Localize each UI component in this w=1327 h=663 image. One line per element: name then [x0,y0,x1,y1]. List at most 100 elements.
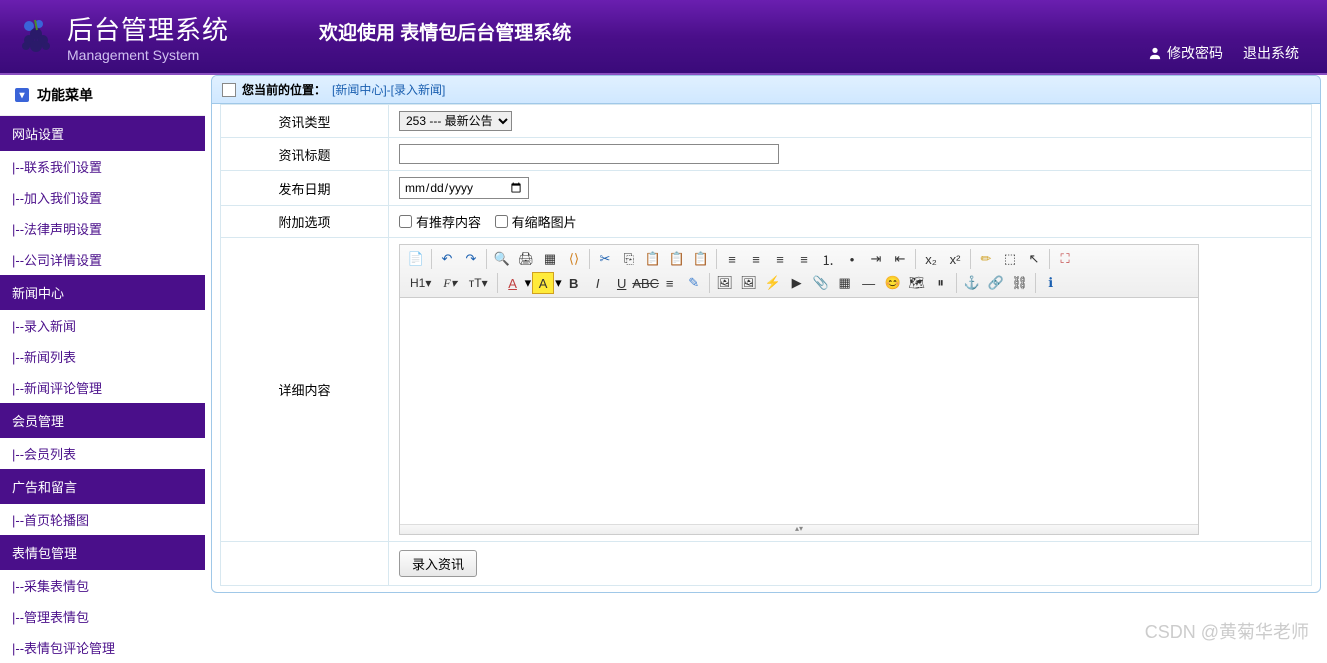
superscript-icon[interactable]: x² [944,248,966,270]
list-ul-icon[interactable]: • [841,248,863,270]
image-icon[interactable]: 🖼 [714,272,736,294]
align-justify-icon[interactable]: ≡ [793,248,815,270]
hr-icon[interactable]: — [858,272,880,294]
heading-select[interactable]: H1▾ [405,272,436,294]
clear-format-icon[interactable]: ✏ [975,248,997,270]
menu-item[interactable]: |--首页轮播图 [0,504,205,535]
options-label: 附加选项 [221,206,389,238]
flash-icon[interactable]: ⚡ [762,272,784,294]
app-title-en: Management System [67,47,229,63]
code-icon[interactable]: ⟨⟩ [563,248,585,270]
select-all-icon[interactable]: ⬚ [999,248,1021,270]
list-ol-icon[interactable]: ⒈ [817,248,839,270]
sidebar: ▾ 功能菜单 网站设置|--联系我们设置|--加入我们设置|--法律声明设置|-… [0,75,205,652]
title-input[interactable] [399,144,779,164]
breadcrumb: 您当前的位置： [新闻中心]-[录入新闻] [212,76,1320,104]
paste-icon[interactable]: 📋 [642,248,664,270]
underline-icon[interactable]: U [611,272,633,294]
menu-item[interactable]: |--公司详情设置 [0,244,205,275]
menu-group[interactable]: 新闻中心 [0,275,205,310]
menu-item[interactable]: |--采集表情包 [0,570,205,601]
source-icon[interactable]: 📄 [405,248,427,270]
menu-group[interactable]: 会员管理 [0,403,205,438]
subscript-icon[interactable]: x₂ [920,248,942,270]
menu-item[interactable]: |--录入新闻 [0,310,205,341]
user-icon [1148,46,1162,60]
date-label: 发布日期 [221,171,389,206]
align-center-icon[interactable]: ≡ [745,248,767,270]
cursor-icon[interactable]: ↖ [1023,248,1045,270]
link-icon[interactable]: 🔗 [985,272,1007,294]
menu-group[interactable]: 网站设置 [0,116,205,151]
thumb-checkbox[interactable] [495,215,508,228]
anchor-icon[interactable]: ⚓ [961,272,983,294]
menu-item[interactable]: |--法律声明设置 [0,213,205,244]
menu-group[interactable]: 表情包管理 [0,535,205,570]
editor-toolbar: 📄 ↶ ↷ 🔍 🖨 ▦ ⟨⟩ [400,245,1198,298]
app-title-cn: 后台管理系统 [67,10,229,47]
unlink-icon[interactable]: ⛓ [1009,272,1031,294]
fullscreen-icon[interactable]: ⛶ [1054,248,1076,270]
paste-text-icon[interactable]: 📋 [666,248,688,270]
media-icon[interactable]: ▶ [786,272,808,294]
file-icon[interactable]: 📎 [810,272,832,294]
preview-icon[interactable]: 🔍 [491,248,513,270]
strike-icon[interactable]: ABC [635,272,657,294]
cut-icon[interactable]: ✂ [594,248,616,270]
menu-title: ▾ 功能菜单 [0,75,205,116]
paste-word-icon[interactable]: 📋 [690,248,712,270]
rich-text-editor: 📄 ↶ ↷ 🔍 🖨 ▦ ⟨⟩ [399,244,1199,535]
menu-item[interactable]: |--新闻列表 [0,341,205,372]
line-height-icon[interactable]: ≡ [659,272,681,294]
breadcrumb-path: [新闻中心]-[录入新闻] [332,81,445,98]
editor-body[interactable] [400,298,1198,524]
remove-format-icon[interactable]: ✎ [683,272,705,294]
font-size-select[interactable]: тT▾ [464,272,493,294]
menu-group[interactable]: 广告和留言 [0,469,205,504]
type-label: 资讯类型 [221,105,389,138]
emoji-icon[interactable]: 😊 [882,272,904,294]
menu-item[interactable]: |--管理表情包 [0,601,205,632]
logo-icon [15,16,57,58]
thumb-checkbox-wrap[interactable]: 有缩略图片 [495,212,577,231]
title-label: 资讯标题 [221,138,389,171]
change-password-link[interactable]: 修改密码 [1148,43,1223,63]
header: 后台管理系统 Management System 欢迎使用 表情包后台管理系统 … [0,0,1327,75]
bg-color-icon[interactable]: A [532,272,554,294]
recommend-checkbox-wrap[interactable]: 有推荐内容 [399,212,481,231]
multi-image-icon[interactable]: 🖼 [738,272,760,294]
table-icon[interactable]: ▦ [834,272,856,294]
menu-item[interactable]: |--加入我们设置 [0,182,205,213]
menu-item[interactable]: |--联系我们设置 [0,151,205,182]
welcome-text: 欢迎使用 表情包后台管理系统 [319,18,571,45]
outdent-icon[interactable]: ⇤ [889,248,911,270]
copy-icon[interactable]: ⎘ [618,248,640,270]
menu-collapse-icon[interactable]: ▾ [15,88,29,102]
print-icon[interactable]: 🖨 [515,248,537,270]
redo-icon[interactable]: ↷ [460,248,482,270]
template-icon[interactable]: ▦ [539,248,561,270]
align-right-icon[interactable]: ≡ [769,248,791,270]
bold-icon[interactable]: B [563,272,585,294]
align-left-icon[interactable]: ≡ [721,248,743,270]
menu-item[interactable]: |--表情包评论管理 [0,632,205,663]
content-label: 详细内容 [221,238,389,542]
map-icon[interactable]: 🗺 [906,272,928,294]
menu-item[interactable]: |--新闻评论管理 [0,372,205,403]
font-family-select[interactable]: F▾ [438,272,461,294]
italic-icon[interactable]: I [587,272,609,294]
editor-resize-handle[interactable]: ▴▾ [400,524,1198,534]
content-panel: 您当前的位置： [新闻中心]-[录入新闻] 资讯类型 253 --- 最新公告 … [211,75,1321,593]
page-break-icon[interactable]: ⏸ [930,272,952,294]
submit-button[interactable]: 录入资讯 [399,550,477,577]
logout-link[interactable]: 退出系统 [1243,43,1299,63]
date-input[interactable] [399,177,529,199]
indent-icon[interactable]: ⇥ [865,248,887,270]
font-color-icon[interactable]: A [502,272,524,294]
logo-area: 后台管理系统 Management System [0,10,229,63]
undo-icon[interactable]: ↶ [436,248,458,270]
recommend-checkbox[interactable] [399,215,412,228]
type-select[interactable]: 253 --- 最新公告 [399,111,512,131]
about-icon[interactable]: ℹ [1040,272,1062,294]
menu-item[interactable]: |--会员列表 [0,438,205,469]
